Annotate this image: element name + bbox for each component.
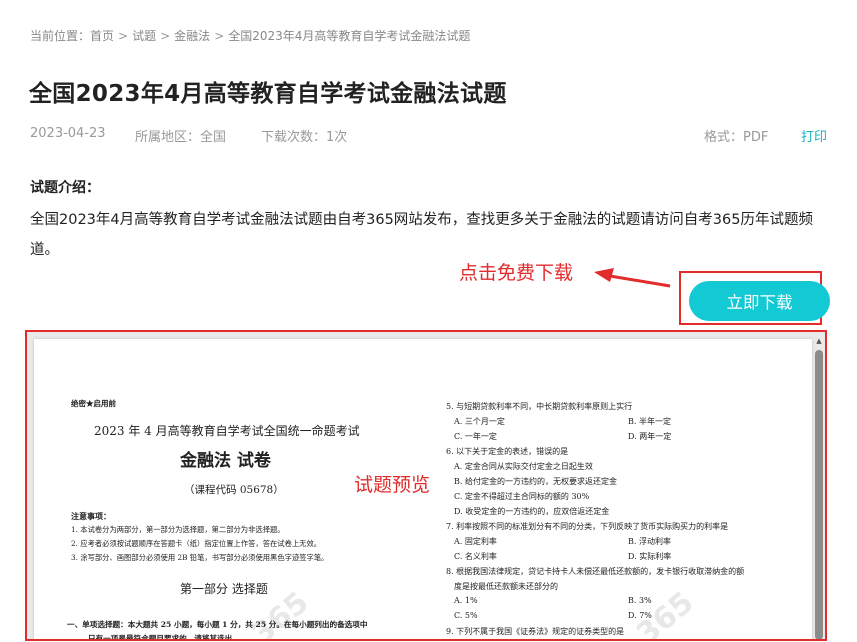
notes-heading: 注意事项：: [71, 511, 111, 521]
publish-date: 2023-04-23: [30, 126, 106, 141]
breadcrumb-separator: >: [214, 29, 225, 43]
breadcrumb-prefix: 当前位置：: [30, 29, 91, 43]
part-title: 第一部分 选择题: [180, 582, 268, 596]
preview-scrollbar[interactable]: ▲: [815, 336, 823, 639]
exam-title: 2023 年 4 月高等教育自学考试全国统一命题考试: [94, 424, 360, 438]
breadcrumb-separator: >: [160, 29, 171, 43]
download-count: 下载次数：1次: [261, 130, 348, 145]
download-button[interactable]: 立即下载: [689, 281, 830, 321]
region: 所属地区：全国: [135, 130, 227, 145]
question: 7. 利率按照不同的标准划分有不同的分类，下列反映了货币实际购买力的利率是: [446, 522, 729, 531]
breadcrumb-home[interactable]: 首页: [90, 29, 114, 43]
file-format: 格式：PDF: [704, 130, 769, 145]
intro-text: 全国2023年4月高等教育自学考试金融法试题由自考365网站发布，查找更多关于金…: [30, 212, 813, 258]
question: 6. 以下关于定金的表述，错误的是: [446, 447, 569, 456]
course-code: （课程代码 05678）: [184, 484, 284, 496]
note-item: 3. 涂写部分、画图部分必须使用 2B 铅笔，书写部分必须使用黑色字迹签字笔。: [71, 553, 329, 562]
option: B. 给付定金的一方违约的，无权要求返还定金: [454, 477, 617, 486]
option: B. 半年一定: [628, 417, 671, 426]
meta-row: 2023-04-23 所属地区：全国 下载次数：1次 格式：PDF 打印: [30, 126, 830, 146]
option: B. 浮动利率: [628, 537, 671, 546]
option: C. 5%: [454, 611, 478, 620]
hint-arrow-icon: [594, 268, 671, 288]
breadcrumb: 当前位置：首页 > 试题 > 金融法 > 全国2023年4月高等教育自学考试金融法试题: [30, 27, 470, 44]
intro-heading: 试题介绍：: [30, 180, 100, 196]
option: A. 三个月一定: [454, 417, 505, 426]
option: D. 收受定金的一方违约的，应双倍返还定金: [454, 507, 610, 516]
download-hint: 点击免费下载: [459, 262, 574, 284]
section-instruction: 一、单项选择题：本大题共 25 小题，每小题 1 分，共 25 分。在每小题列出…: [67, 620, 368, 629]
preview-frame: 365 365 绝密★启用前 2023 年 4 月高等教育自学考试全国统一命题考…: [25, 330, 827, 641]
question: 5. 与短期贷款利率不同，中长期贷款利率原则上实行: [446, 402, 633, 411]
option: A. 固定利率: [454, 537, 497, 546]
option: C. 一年一定: [454, 432, 497, 441]
print-link[interactable]: 打印: [801, 126, 827, 145]
question: 9. 下列不属于我国《证券法》规定的证券类型的是: [446, 627, 625, 636]
breadcrumb-current[interactable]: 全国2023年4月高等教育自学考试金融法试题: [228, 29, 470, 43]
breadcrumb-exams[interactable]: 试题: [132, 29, 156, 43]
breadcrumb-separator: >: [118, 29, 129, 43]
option: A. 1%: [454, 596, 478, 605]
note-item: 2. 应考者必须按试题顺序在答题卡（纸）指定位置上作答，答在试卷上无效。: [71, 539, 322, 548]
scrollbar-thumb[interactable]: [815, 350, 823, 639]
option: A. 定金合同从实际交付定金之日起生效: [454, 462, 593, 471]
download-highlight-frame: 立即下载: [679, 271, 830, 325]
paper-right-column: 5. 与短期贷款利率不同，中长期贷款利率原则上实行 A. 三个月一定 B. 半年…: [442, 339, 812, 639]
breadcrumb-subject[interactable]: 金融法: [174, 29, 210, 43]
option: B. 3%: [628, 596, 652, 605]
preview-label: 试题预览: [354, 474, 431, 496]
scroll-up-icon[interactable]: ▲: [815, 336, 823, 346]
option: D. 两年一定: [628, 432, 672, 441]
page-title: 全国2023年4月高等教育自学考试金融法试题: [29, 81, 507, 107]
option: D. 实际利率: [628, 552, 672, 561]
note-item: 1. 本试卷分为两部分，第一部分为选择题，第二部分为非选择题。: [71, 525, 285, 534]
option: C. 名义利率: [454, 552, 497, 561]
exam-paper-preview: 365 365 绝密★启用前 2023 年 4 月高等教育自学考试全国统一命题考…: [34, 339, 812, 641]
option: D. 7%: [628, 611, 652, 620]
question: 8. 根据我国法律规定，贷记卡持卡人未偿还最低还款额的，发卡银行收取滞纳金的额: [446, 567, 745, 576]
question: 度是按最低还款额未还部分的: [454, 582, 558, 591]
confidential-mark: 绝密★启用前: [71, 399, 116, 408]
section-instruction: 只有一项是最符合题目要求的，请将其选出。: [88, 634, 240, 641]
option: C. 定金不得超过主合同标的额的 30%: [454, 492, 590, 501]
exam-subject: 金融法 试卷: [180, 451, 271, 471]
